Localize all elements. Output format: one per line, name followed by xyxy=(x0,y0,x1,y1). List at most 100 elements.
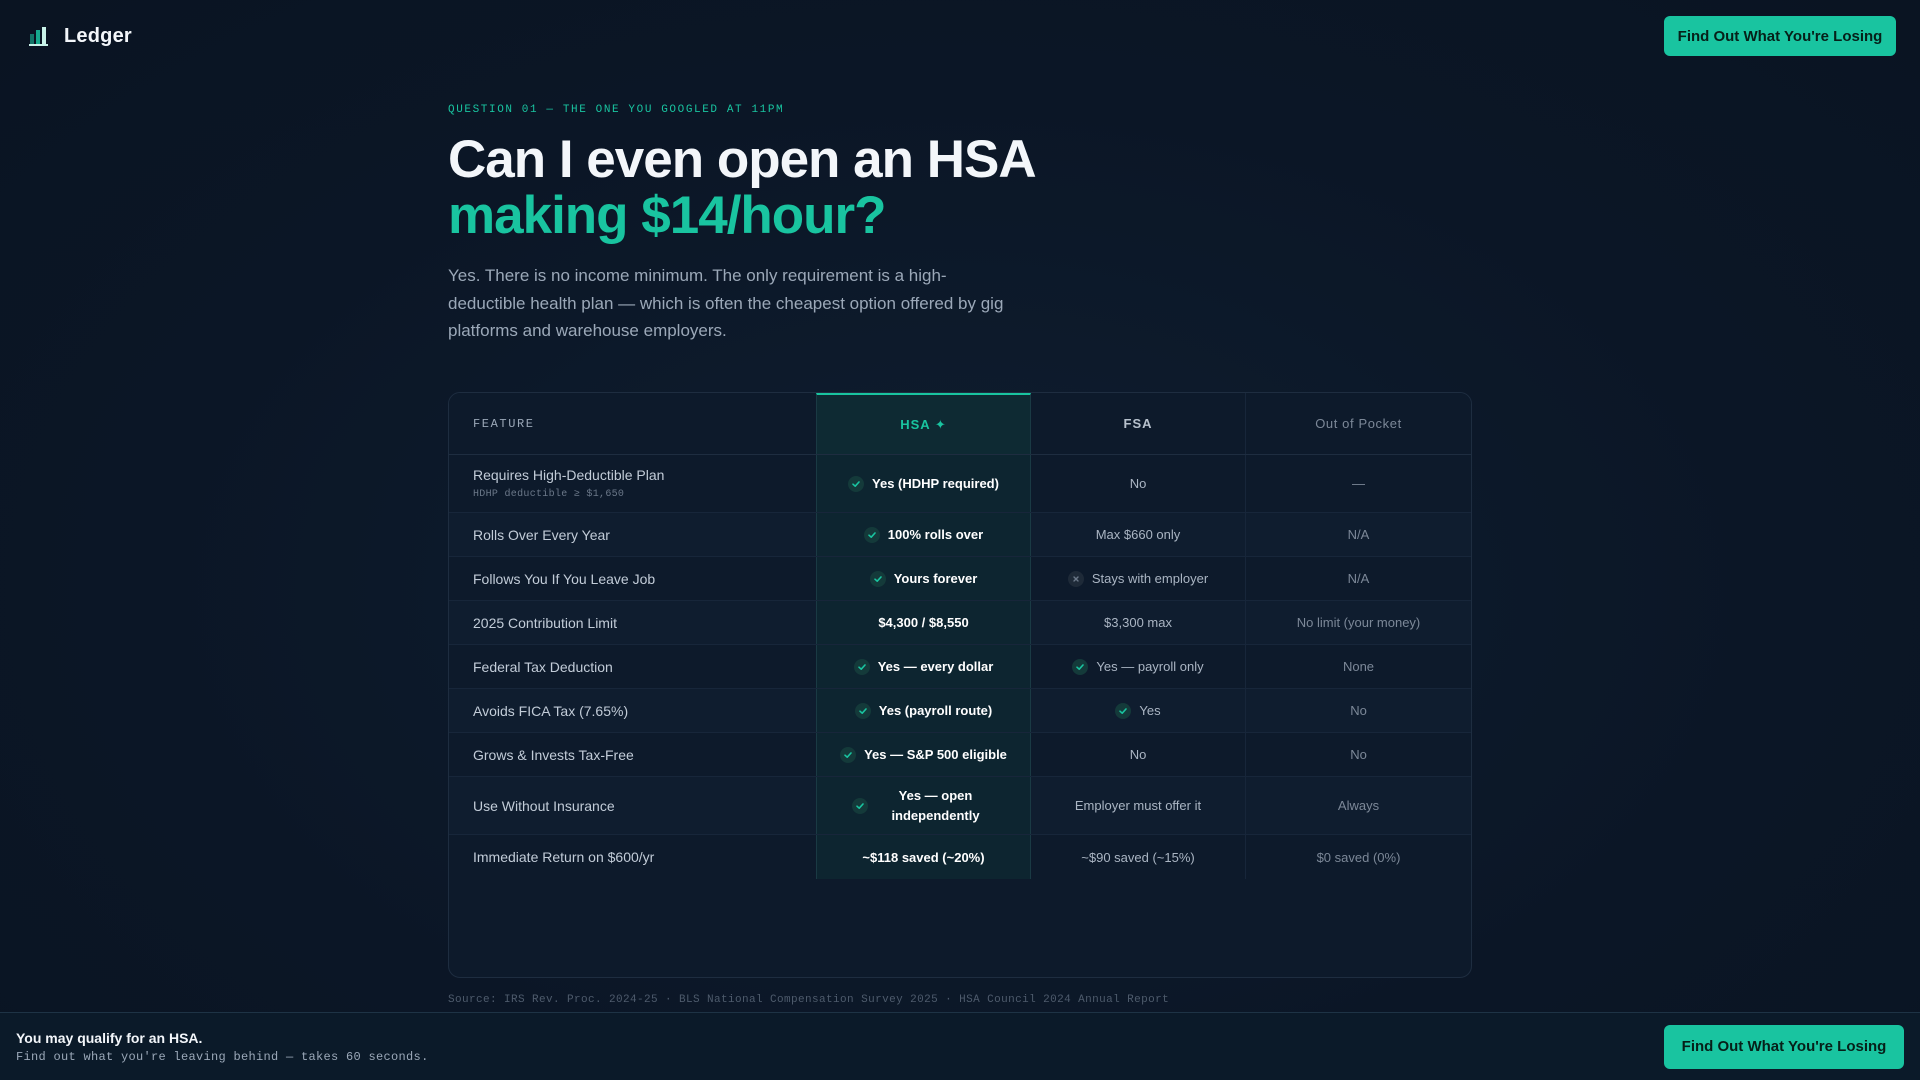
oop-cell-text: N/A xyxy=(1347,527,1370,542)
hsa-cell-text: Yes — every dollar xyxy=(877,659,994,674)
feature-label: Federal Tax Deduction xyxy=(473,658,613,675)
footer-find-out-button[interactable]: Find Out What You're Losing xyxy=(1664,1024,1904,1069)
hsa-cell: Yes — every dollar xyxy=(816,645,1031,688)
fsa-cell-text: Yes xyxy=(1139,703,1161,718)
feature-label: 2025 Contribution Limit xyxy=(473,614,617,631)
table-row: Rolls Over Every Year 100% rolls over Max … xyxy=(449,513,1471,557)
hsa-cell-text: 100% rolls over xyxy=(887,527,984,542)
oop-cell: $0 saved (0%) xyxy=(1246,835,1471,879)
fsa-cell-text: Employer must offer it xyxy=(1074,798,1202,813)
oop-cell: None xyxy=(1246,645,1471,688)
oop-cell: — xyxy=(1246,455,1471,512)
oop-cell: No xyxy=(1246,689,1471,732)
feature-label: Follows You If You Leave Job xyxy=(473,570,656,587)
hsa-cell: Yes — open independently xyxy=(816,777,1031,834)
comparison-table: FEATURE HSA ✦ FSA Out of Pocket Requires… xyxy=(448,392,1472,978)
header-hsa: HSA ✦ xyxy=(816,393,1031,454)
oop-cell: N/A xyxy=(1246,557,1471,600)
hsa-cell: Yes (HDHP required) xyxy=(816,455,1031,512)
feature-cell: Follows You If You Leave Job xyxy=(449,557,816,600)
oop-cell: No xyxy=(1246,733,1471,776)
oop-cell-text: No xyxy=(1350,747,1367,762)
table-body: Requires High-Deductible Plan HDHP deduct… xyxy=(449,455,1471,879)
hsa-cell: Yes (payroll route) xyxy=(816,689,1031,732)
feature-label: Use Without Insurance xyxy=(473,797,615,814)
oop-cell-text: Always xyxy=(1337,798,1380,813)
oop-cell-text: No limit (your money) xyxy=(1296,615,1421,630)
fsa-cell: ~$90 saved (~15%) xyxy=(1031,835,1246,879)
feature-cell: Rolls Over Every Year xyxy=(449,513,816,556)
hsa-cell-text: $4,300 / $8,550 xyxy=(878,615,969,630)
fsa-cell: Max $660 only xyxy=(1031,513,1246,556)
footer-subtitle: Find out what you're leaving behind — ta… xyxy=(16,1049,429,1064)
fsa-cell-text: No xyxy=(1129,747,1147,762)
feature-cell: Use Without Insurance xyxy=(449,777,816,834)
check-icon xyxy=(869,570,886,587)
fsa-cell: No xyxy=(1031,733,1246,776)
fsa-cell-text: No xyxy=(1129,476,1147,491)
hsa-cell: Yours forever xyxy=(816,557,1031,600)
lead-paragraph: Yes. There is no income minimum. The onl… xyxy=(448,266,1004,340)
fsa-cell: Stays with employer xyxy=(1031,557,1246,600)
ledger-logo-icon xyxy=(29,27,48,46)
feature-label: Requires High-Deductible Plan xyxy=(473,467,665,483)
title-line-2: making $14/hour? xyxy=(448,186,887,245)
feature-label: Immediate Return on $600/yr xyxy=(473,849,655,865)
brand-name: Ledger xyxy=(64,24,132,47)
table-row: 2025 Contribution Limit $4,300 / $8,550 $3… xyxy=(449,601,1471,645)
table-row: Use Without Insurance Yes — open independ… xyxy=(449,777,1471,835)
fsa-cell: Yes — payroll only xyxy=(1031,645,1246,688)
table-row: Grows & Invests Tax-Free Yes — S&P 500 el… xyxy=(449,733,1471,777)
header-fsa: FSA xyxy=(1031,393,1246,454)
eyebrow: QUESTION 01 — THE ONE YOU GOOGLED AT 11P… xyxy=(448,104,785,116)
title-line-1: Can I even open an HSA xyxy=(448,130,1037,189)
oop-cell: Always xyxy=(1246,777,1471,834)
check-icon xyxy=(1072,658,1089,675)
hsa-cell: ~$118 saved (~20%) xyxy=(816,835,1031,879)
find-out-button[interactable]: Find Out What You're Losing xyxy=(1664,16,1896,56)
fsa-cell: No xyxy=(1031,455,1246,512)
feature-cell: Grows & Invests Tax-Free xyxy=(449,733,816,776)
oop-cell-text: No xyxy=(1350,703,1367,718)
fsa-cell-text: Stays with employer xyxy=(1091,571,1209,586)
table-row: Immediate Return on $600/yr ~$118 saved (… xyxy=(449,835,1471,879)
fsa-cell-text: ~$90 saved (~15%) xyxy=(1081,849,1195,865)
feature-label: Avoids FICA Tax (7.65%) xyxy=(473,702,629,719)
check-icon xyxy=(851,797,868,814)
hsa-cell-text: ~$118 saved (~20%) xyxy=(862,849,985,865)
sticky-footer: You may qualify for an HSA. Find out wha… xyxy=(0,1012,1920,1080)
top-nav: Ledger Find Out What You're Losing xyxy=(0,0,1920,72)
hero: QUESTION 01 — THE ONE YOU GOOGLED AT 11P… xyxy=(448,104,1472,345)
fsa-cell-text: Yes — payroll only xyxy=(1096,659,1204,674)
table-row: Follows You If You Leave Job Yours foreve… xyxy=(449,557,1471,601)
hsa-cell: Yes — S&P 500 eligible xyxy=(816,733,1031,776)
oop-cell-text: N/A xyxy=(1347,571,1370,586)
oop-cell: No limit (your money) xyxy=(1246,601,1471,644)
check-icon xyxy=(840,746,857,763)
source-note: Source: IRS Rev. Proc. 2024-25 · BLS Nat… xyxy=(448,994,1170,1006)
hsa-cell: $4,300 / $8,550 xyxy=(816,601,1031,644)
header-feature: FEATURE xyxy=(473,416,535,431)
feature-sublabel: HDHP deductible ≥ $1,650 xyxy=(473,489,625,500)
check-icon xyxy=(854,702,871,719)
feature-cell: 2025 Contribution Limit xyxy=(449,601,816,644)
footer-text: You may qualify for an HSA. Find out wha… xyxy=(16,1030,429,1064)
feature-cell: Federal Tax Deduction xyxy=(449,645,816,688)
table-row: Federal Tax Deduction Yes — every dollar Y… xyxy=(449,645,1471,689)
check-icon xyxy=(848,475,865,492)
hsa-cell-text: Yours forever xyxy=(893,571,978,586)
feature-cell: Requires High-Deductible Plan HDHP deduct… xyxy=(449,455,816,512)
brand[interactable]: Ledger xyxy=(28,25,132,48)
hsa-cell-text: Yes (HDHP required) xyxy=(872,476,999,491)
fsa-cell-text: $3,300 max xyxy=(1104,615,1172,630)
footer-title: You may qualify for an HSA. xyxy=(16,1029,203,1046)
hsa-cell-text: Yes (payroll route) xyxy=(878,703,993,718)
fsa-cell: Yes xyxy=(1031,689,1246,732)
fsa-cell-text: Max $660 only xyxy=(1095,527,1181,542)
feature-cell: Immediate Return on $600/yr xyxy=(449,835,816,879)
page-title: Can I even open an HSA making $14/hour? xyxy=(448,132,1472,244)
oop-cell-text: $0 saved (0%) xyxy=(1316,849,1401,865)
fsa-cell: $3,300 max xyxy=(1031,601,1246,644)
table-row: Avoids FICA Tax (7.65%) Yes (payroll rout… xyxy=(449,689,1471,733)
hsa-cell-text: Yes — S&P 500 eligible xyxy=(864,747,1007,762)
